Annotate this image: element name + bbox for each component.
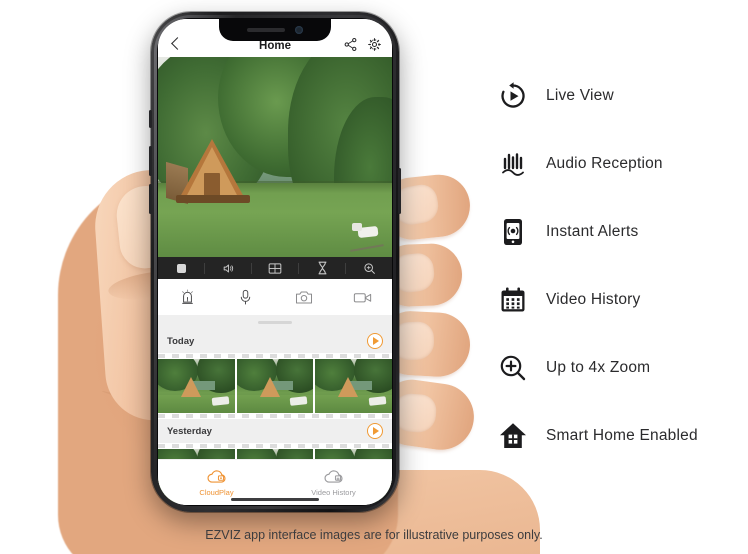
feature-list: Live View Audio Reception Instant Alerts… — [490, 62, 740, 470]
screen-notch — [219, 19, 331, 41]
audio-wave-icon — [502, 153, 524, 176]
feature-label: Smart Home Enabled — [546, 427, 698, 444]
playhouse-base — [176, 195, 250, 203]
list-item[interactable] — [158, 359, 235, 413]
stop-square-icon — [176, 263, 186, 273]
stop-button[interactable] — [158, 263, 204, 273]
thumb-chair — [290, 395, 308, 406]
earpiece-speaker — [247, 28, 285, 32]
day-label: Yesterday — [167, 425, 212, 437]
mute-switch[interactable] — [149, 110, 152, 128]
thumb-playhouse — [181, 377, 201, 398]
cloud-play-icon — [206, 469, 226, 483]
record-button[interactable] — [334, 291, 393, 304]
thumb-chair — [368, 395, 387, 406]
zoom-button[interactable] — [346, 262, 392, 275]
phone-alert-icon — [504, 219, 522, 245]
disclaimer-caption: EZVIZ app interface images are for illus… — [205, 528, 543, 542]
drag-handle-bar — [258, 320, 292, 324]
thumb-playhouse — [259, 377, 280, 398]
feature-label: Video History — [546, 291, 641, 308]
thumb-playhouse — [338, 377, 359, 398]
list-item[interactable] — [315, 359, 392, 413]
live-video-view[interactable] — [158, 57, 392, 257]
cloud-history-icon — [323, 469, 343, 483]
app-tab-bar: CloudPlay Video History — [158, 459, 392, 505]
timeline-day-header: Today — [158, 329, 392, 353]
grid-icon — [268, 262, 282, 274]
speaker-button[interactable] — [205, 262, 251, 275]
magnifier-plus-icon — [500, 355, 526, 381]
home-indicator[interactable] — [231, 498, 319, 501]
magnifier-icon — [363, 262, 375, 274]
hourglass-icon — [317, 261, 327, 275]
play-circle-icon[interactable] — [367, 333, 383, 349]
tab-label: Video History — [311, 487, 356, 497]
camera-icon — [296, 291, 313, 303]
speaker-icon — [223, 264, 233, 272]
power-button[interactable] — [398, 168, 401, 214]
sheet-drag-handle[interactable] — [158, 315, 392, 329]
page-root: Home Today Yesterday CloudPlay Video His… — [0, 0, 748, 554]
video-playhouse — [166, 139, 250, 205]
talk-button[interactable] — [217, 289, 276, 306]
app-action-bar — [158, 279, 392, 315]
tab-label: CloudPlay — [199, 487, 234, 497]
feature-label: Up to 4x Zoom — [546, 359, 651, 376]
feature-item-live-view: Live View — [490, 62, 740, 130]
feature-item-video-history: Video History — [490, 266, 740, 334]
siren-icon — [181, 289, 193, 304]
filmstrip-today — [158, 359, 392, 413]
feature-label: Live View — [546, 87, 614, 104]
alarm-button[interactable] — [158, 289, 217, 306]
feature-item-instant-alerts: Instant Alerts — [490, 198, 740, 266]
tab-video-history[interactable]: Video History — [275, 469, 392, 497]
calendar-icon — [501, 287, 525, 312]
video-lawn-object — [352, 223, 362, 231]
play-circle-icon[interactable] — [367, 423, 383, 439]
feature-item-audio-reception: Audio Reception — [490, 130, 740, 198]
thumb-chair — [211, 395, 229, 406]
day-label: Today — [167, 335, 195, 347]
feature-item-zoom: Up to 4x Zoom — [490, 334, 740, 402]
tab-cloudplay[interactable]: CloudPlay — [158, 469, 275, 497]
hourglass-button[interactable] — [299, 261, 345, 275]
feature-label: Instant Alerts — [546, 223, 639, 240]
page-title: Home — [259, 40, 291, 52]
feature-item-smart-home: Smart Home Enabled — [490, 402, 740, 470]
front-camera — [295, 26, 303, 34]
volume-up-button[interactable] — [149, 146, 152, 176]
video-control-bar — [158, 257, 392, 279]
video-camera-icon — [354, 292, 372, 302]
phone-screen: Home Today Yesterday CloudPlay Video His… — [158, 19, 392, 505]
feature-label: Audio Reception — [546, 155, 663, 172]
snapshot-button[interactable] — [275, 290, 334, 305]
timeline-day-header: Yesterday — [158, 419, 392, 443]
microphone-icon — [241, 289, 251, 304]
home-icon — [500, 423, 526, 448]
quality-button[interactable] — [252, 262, 298, 275]
list-item[interactable] — [236, 359, 314, 413]
volume-down-button[interactable] — [149, 184, 152, 214]
replay-play-icon — [501, 82, 525, 108]
